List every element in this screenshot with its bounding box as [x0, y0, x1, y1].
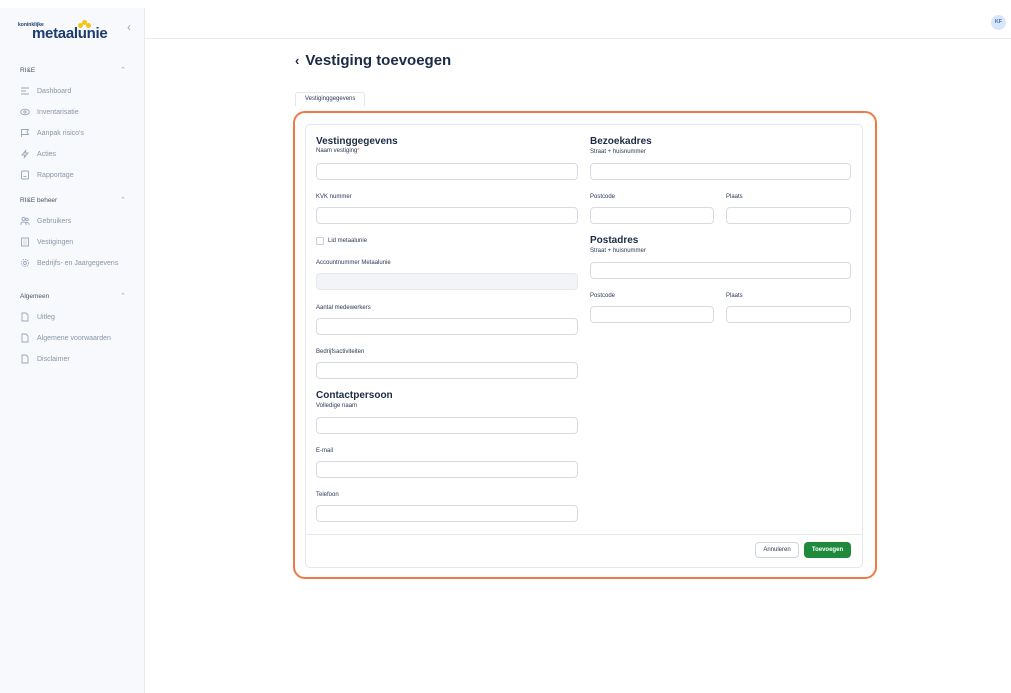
telefoon-label: Telefoon [316, 492, 339, 498]
section-title-bezoekadres: Bezoekadres [590, 136, 652, 147]
building-icon [21, 237, 29, 247]
naam-vestiging-label: Naam vestiging* [316, 148, 359, 154]
sidebar: koninklijke metaalunie ‹ RI&E ⌃ Dashboar… [0, 8, 145, 693]
accountnummer-input [316, 273, 578, 290]
page-title: ‹ Vestiging toevoegen [295, 52, 451, 69]
eye-icon [20, 108, 30, 116]
sidebar-item-bedrijfsgegevens[interactable]: Bedrijfs- en Jaargegevens [20, 255, 140, 271]
tab-vestiginggegevens[interactable]: Vestiginggegevens [295, 92, 366, 106]
sidebar-item-rapportage[interactable]: Rapportage [20, 167, 140, 183]
sidebar-item-label: Bedrijfs- en Jaargegevens [37, 259, 119, 267]
sidebar-item-inventarisatie[interactable]: Inventarisatie [20, 104, 140, 120]
naam-vestiging-label-text: Naam vestiging [316, 148, 358, 154]
kvk-input[interactable] [316, 207, 578, 224]
page-title-text: Vestiging toevoegen [305, 52, 452, 69]
sidebar-item-algemene-voorwaarden[interactable]: Algemene voorwaarden [20, 330, 140, 346]
bedrijfsactiviteiten-input[interactable] [316, 362, 578, 379]
top-bar: KF [145, 8, 1011, 39]
sidebar-item-vestigingen[interactable]: Vestigingen [20, 234, 140, 250]
back-arrow-icon[interactable]: ‹ [295, 53, 299, 68]
report-icon [21, 170, 29, 180]
section-head-algemeen[interactable]: Algemeen ⌃ [20, 289, 126, 303]
volledige-naam-label: Volledige naam [316, 403, 358, 409]
document-icon [21, 312, 29, 322]
sidebar-item-disclaimer[interactable]: Disclaimer [20, 351, 140, 367]
flag-icon [21, 129, 30, 137]
kvk-label: KVK nummer [316, 194, 352, 200]
required-marker: * [357, 148, 360, 154]
document-icon [21, 354, 29, 364]
email-label: E-mail [316, 448, 334, 454]
sidebar-item-label: Gebruikers [37, 217, 72, 225]
naam-vestiging-input[interactable] [316, 163, 578, 180]
gear-icon [20, 258, 30, 268]
add-button[interactable]: Toevoegen [804, 542, 851, 558]
document-icon [21, 333, 29, 343]
post-straat-label: Straat + huisnummer [590, 248, 646, 254]
app-root: koninklijke metaalunie ‹ RI&E ⌃ Dashboar… [0, 0, 1011, 693]
sidebar-item-label: Dashboard [37, 87, 72, 95]
post-plaats-input[interactable] [726, 306, 851, 323]
chevron-left-icon: ‹ [127, 20, 131, 34]
section-title: RI&E [20, 66, 36, 74]
section-title: RI&E beheer [20, 196, 58, 204]
bezoek-postcode-input[interactable] [590, 207, 714, 224]
sidebar-item-dashboard[interactable]: Dashboard [20, 83, 140, 99]
section-head-rie[interactable]: RI&E ⌃ [20, 63, 126, 77]
post-postcode-input[interactable] [590, 306, 714, 323]
email-input[interactable] [316, 461, 578, 478]
lid-metaalunie-label: Lid metaalunie [328, 238, 368, 244]
logo-big-text: metaalunie [32, 25, 108, 42]
sidebar-item-label: Disclaimer [37, 355, 70, 363]
post-plaats-label: Plaats [726, 293, 743, 299]
sidebar-item-label: Vestigingen [37, 238, 74, 246]
accountnummer-label: Accountnummer Metaalunie [316, 260, 391, 266]
bezoek-postcode-label: Postcode [590, 194, 616, 200]
sidebar-item-label: Algemene voorwaarden [37, 334, 111, 342]
telefoon-input[interactable] [316, 505, 578, 522]
sidebar-item-acties[interactable]: Acties [20, 146, 140, 162]
post-postcode-label: Postcode [590, 293, 616, 299]
bezoek-plaats-input[interactable] [726, 207, 851, 224]
sidebar-item-label: Aanpak risico's [37, 129, 84, 137]
section-title: Algemeen [20, 292, 50, 300]
bezoek-plaats-label: Plaats [726, 194, 743, 200]
aantal-medewerkers-label: Aantal medewerkers [316, 305, 371, 311]
bezoek-straat-input[interactable] [590, 163, 851, 180]
collapse-sidebar-button[interactable]: ‹ [122, 20, 136, 34]
avatar[interactable]: KF [991, 15, 1006, 30]
lid-metaalunie-checkbox[interactable] [316, 237, 324, 245]
bezoek-straat-label: Straat + huisnummer [590, 149, 646, 155]
dashboard-icon [21, 87, 29, 95]
chevron-up-icon: ⌃ [120, 197, 126, 204]
volledige-naam-input[interactable] [316, 417, 578, 434]
section-title-vestinggegevens: Vestinggegevens [316, 136, 398, 147]
cancel-button[interactable]: Annuleren [755, 542, 799, 558]
sidebar-item-aanpak-risicos[interactable]: Aanpak risico's [20, 125, 140, 141]
users-icon [20, 216, 30, 226]
section-title-contactpersoon: Contactpersoon [316, 390, 393, 401]
chevron-up-icon: ⌃ [120, 293, 126, 300]
section-head-rie-beheer[interactable]: RI&E beheer ⌃ [20, 193, 126, 207]
post-straat-input[interactable] [590, 262, 851, 279]
lightning-icon [21, 149, 29, 159]
aantal-medewerkers-input[interactable] [316, 318, 578, 335]
chevron-up-icon: ⌃ [120, 67, 126, 74]
sidebar-item-label: Acties [37, 150, 57, 158]
sidebar-item-label: Rapportage [37, 171, 74, 179]
bedrijfsactiviteiten-label: Bedrijfsactiviteiten [316, 349, 365, 355]
sidebar-item-uitleg[interactable]: Uitleg [20, 309, 140, 325]
metaalunie-logo[interactable]: koninklijke metaalunie [18, 20, 108, 44]
sidebar-item-gebruikers[interactable]: Gebruikers [20, 213, 140, 229]
sidebar-item-label: Uitleg [37, 313, 55, 321]
sidebar-item-label: Inventarisatie [37, 108, 79, 116]
section-title-postadres: Postadres [590, 235, 639, 246]
